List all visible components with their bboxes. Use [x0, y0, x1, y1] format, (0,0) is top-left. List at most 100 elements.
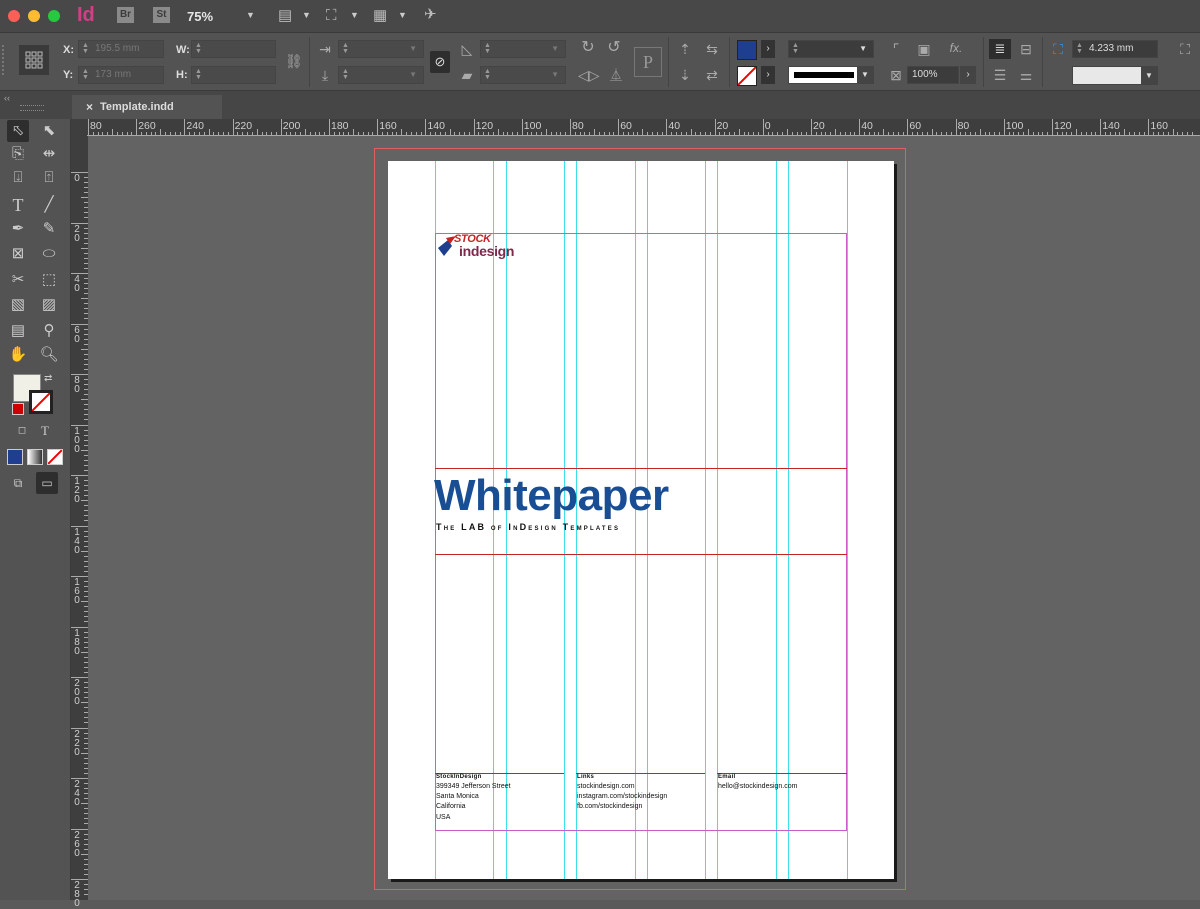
screen-mode-icon[interactable]: ⛶	[326, 8, 337, 24]
footer-address-line[interactable]: 399349 Jefferson Street	[436, 782, 511, 792]
select-container-icon[interactable]: ⇡	[676, 41, 694, 57]
fill-swatch[interactable]	[737, 40, 757, 60]
content-collector-tool-icon[interactable]: ⍗	[7, 167, 29, 189]
rectangle-frame-tool-icon[interactable]: ⊠	[7, 243, 29, 265]
zoom-tool-icon[interactable]: 🔍︎	[38, 344, 60, 366]
document-tab[interactable]: × Template.indd	[72, 95, 222, 119]
type-tool-icon[interactable]: T	[7, 194, 29, 216]
opacity-menu-icon[interactable]: ›	[960, 66, 976, 84]
arrange-documents-icon[interactable]: ▦	[373, 8, 387, 24]
height-field[interactable]: ▲ ▼	[191, 66, 276, 84]
panel-grip[interactable]	[2, 45, 10, 75]
document-subtitle[interactable]: The LAB of InDesign Templates	[436, 522, 620, 532]
page-tool-icon[interactable]: ⎘	[7, 143, 29, 165]
line-tool-icon[interactable]: ╱	[38, 194, 60, 216]
hand-tool-icon[interactable]: ✋	[7, 344, 29, 366]
select-content-icon[interactable]: ⇣	[676, 67, 694, 83]
scale-y-field[interactable]: ▲ ▼ ▼	[338, 66, 424, 84]
pen-tool-icon[interactable]: ✒	[7, 218, 29, 240]
note-tool-icon[interactable]: ▤	[7, 320, 29, 342]
footer-address-line[interactable]: Santa Monica	[436, 792, 479, 802]
footer-rule[interactable]	[717, 773, 847, 774]
footer-link[interactable]: fb.com/stockindesign	[577, 802, 642, 812]
formatting-affects-text-icon[interactable]: T	[34, 420, 56, 442]
width-field[interactable]: ▲ ▼	[191, 40, 276, 58]
footer-heading-email[interactable]: Email	[718, 774, 736, 780]
pencil-tool-icon[interactable]: ✎	[38, 218, 60, 240]
footer-heading-links[interactable]: Links	[577, 774, 594, 780]
footer-heading-company[interactable]: StockInDesign	[436, 774, 482, 780]
drop-shadow-icon[interactable]: ▣	[915, 41, 933, 57]
ellipse-tool-icon[interactable]: ⬭	[38, 243, 60, 265]
collapse-panel-icon[interactable]: ‹‹	[4, 93, 10, 103]
footer-link[interactable]: instagram.com/stockindesign	[577, 792, 667, 802]
rotate-counterclockwise-icon[interactable]: ↺	[605, 40, 623, 56]
y-position-field[interactable]: ▲ ▼ 173 mm	[78, 66, 164, 84]
close-window-button[interactable]	[8, 10, 20, 22]
close-tab-icon[interactable]: ×	[86, 100, 93, 114]
stockindesign-logo[interactable]: STOCK indesign	[436, 233, 536, 262]
gpu-performance-icon[interactable]: ✈	[424, 7, 437, 23]
footer-email[interactable]: hello@stockindesign.com	[718, 782, 797, 792]
reference-point-icon[interactable]	[19, 45, 49, 75]
stroke-color-swatch[interactable]	[29, 390, 53, 414]
default-fill-stroke-icon[interactable]	[12, 403, 24, 415]
gap-tool-icon[interactable]: ⇹	[38, 143, 60, 165]
stroke-swatch-menu-icon[interactable]: ›	[761, 66, 775, 84]
title-rule-top[interactable]	[435, 468, 847, 469]
wrap-bounding-box-icon[interactable]: ⊟	[1017, 41, 1035, 57]
corner-options-icon[interactable]: ⌜	[887, 41, 905, 57]
select-next-object-icon[interactable]: ⇄	[702, 67, 722, 83]
zoom-window-button[interactable]	[48, 10, 60, 22]
column-guide[interactable]	[847, 161, 848, 879]
chain-link-icon[interactable]: ⊘	[430, 51, 450, 73]
footer-address-line[interactable]: USA	[436, 813, 450, 823]
minimize-window-button[interactable]	[28, 10, 40, 22]
wrap-object-shape-icon[interactable]: ☰	[991, 67, 1009, 83]
stroke-type-dropdown[interactable]: ▼	[788, 66, 874, 84]
apply-color-icon[interactable]	[7, 449, 23, 465]
stroke-weight-mm-field[interactable]: ▲ ▼ 4.233 mm	[1072, 40, 1158, 58]
stock-button[interactable]: St	[153, 7, 170, 23]
opacity-field[interactable]: 100%	[907, 66, 959, 84]
chevron-down-icon[interactable]: ▼	[350, 10, 359, 20]
stroke-swatch[interactable]	[737, 66, 757, 86]
zoom-dropdown-chevron-icon[interactable]: ▼	[246, 10, 255, 20]
text-wrap-none-icon[interactable]: ≣	[989, 39, 1011, 59]
auto-fit-icon[interactable]: ⛶	[1176, 41, 1194, 57]
p-reference-icon[interactable]: P	[634, 47, 662, 77]
screen-mode-normal-icon[interactable]: ▭	[36, 472, 58, 494]
rotate-clockwise-icon[interactable]: ↻	[579, 40, 597, 56]
direct-selection-tool-icon[interactable]: ⬉	[38, 120, 60, 142]
footer-address-line[interactable]: California	[436, 802, 466, 812]
ruler-origin[interactable]	[71, 119, 87, 136]
panel-grip[interactable]	[20, 105, 44, 111]
content-placer-tool-icon[interactable]: ⍐	[38, 167, 60, 189]
frame-fitting-icon[interactable]: ⛶	[1050, 41, 1066, 57]
free-transform-tool-icon[interactable]: ⬚	[38, 269, 60, 291]
formatting-affects-container-icon[interactable]: ◻	[11, 420, 33, 442]
view-options-icon[interactable]: ▤	[278, 8, 292, 24]
eyedropper-tool-icon[interactable]: ⚲	[38, 320, 60, 342]
view-mode-normal-icon[interactable]: ⧉	[7, 472, 29, 494]
flip-vertical-icon[interactable]: ⏅	[606, 67, 626, 83]
gradient-feather-tool-icon[interactable]: ▨	[38, 294, 60, 316]
footer-link[interactable]: stockindesign.com	[577, 782, 635, 792]
vertical-ruler[interactable]: 0 20 40 60 80 100 120 140 160 180 200 220 240 260 280	[71, 136, 88, 909]
x-position-field[interactable]: ▲ ▼ 195.5 mm	[78, 40, 164, 58]
object-style-dropdown[interactable]: ▼	[1072, 66, 1158, 85]
scale-x-field[interactable]: ▲ ▼ ▼	[338, 40, 424, 58]
scissors-tool-icon[interactable]: ✂	[7, 269, 29, 291]
bridge-button[interactable]: Br	[117, 7, 134, 23]
apply-gradient-icon[interactable]	[27, 449, 43, 465]
footer-rule[interactable]	[576, 773, 705, 774]
shear-angle-field[interactable]: ▲ ▼ ▼	[480, 66, 566, 84]
chevron-down-icon[interactable]: ▼	[302, 10, 311, 20]
selection-tool-icon[interactable]: ⬁	[7, 120, 29, 142]
gradient-swatch-tool-icon[interactable]: ▧	[7, 294, 29, 316]
effects-fx-icon[interactable]: fx.	[946, 40, 966, 56]
chevron-down-icon[interactable]: ▼	[398, 10, 407, 20]
swap-fill-stroke-icon[interactable]: ⇄	[44, 373, 52, 384]
horizontal-ruler[interactable]: 80 260 240 220 200 180 160 140 120 100 80 60 40 20 0 20…	[87, 119, 1200, 136]
zoom-level[interactable]: 75%	[187, 9, 213, 24]
